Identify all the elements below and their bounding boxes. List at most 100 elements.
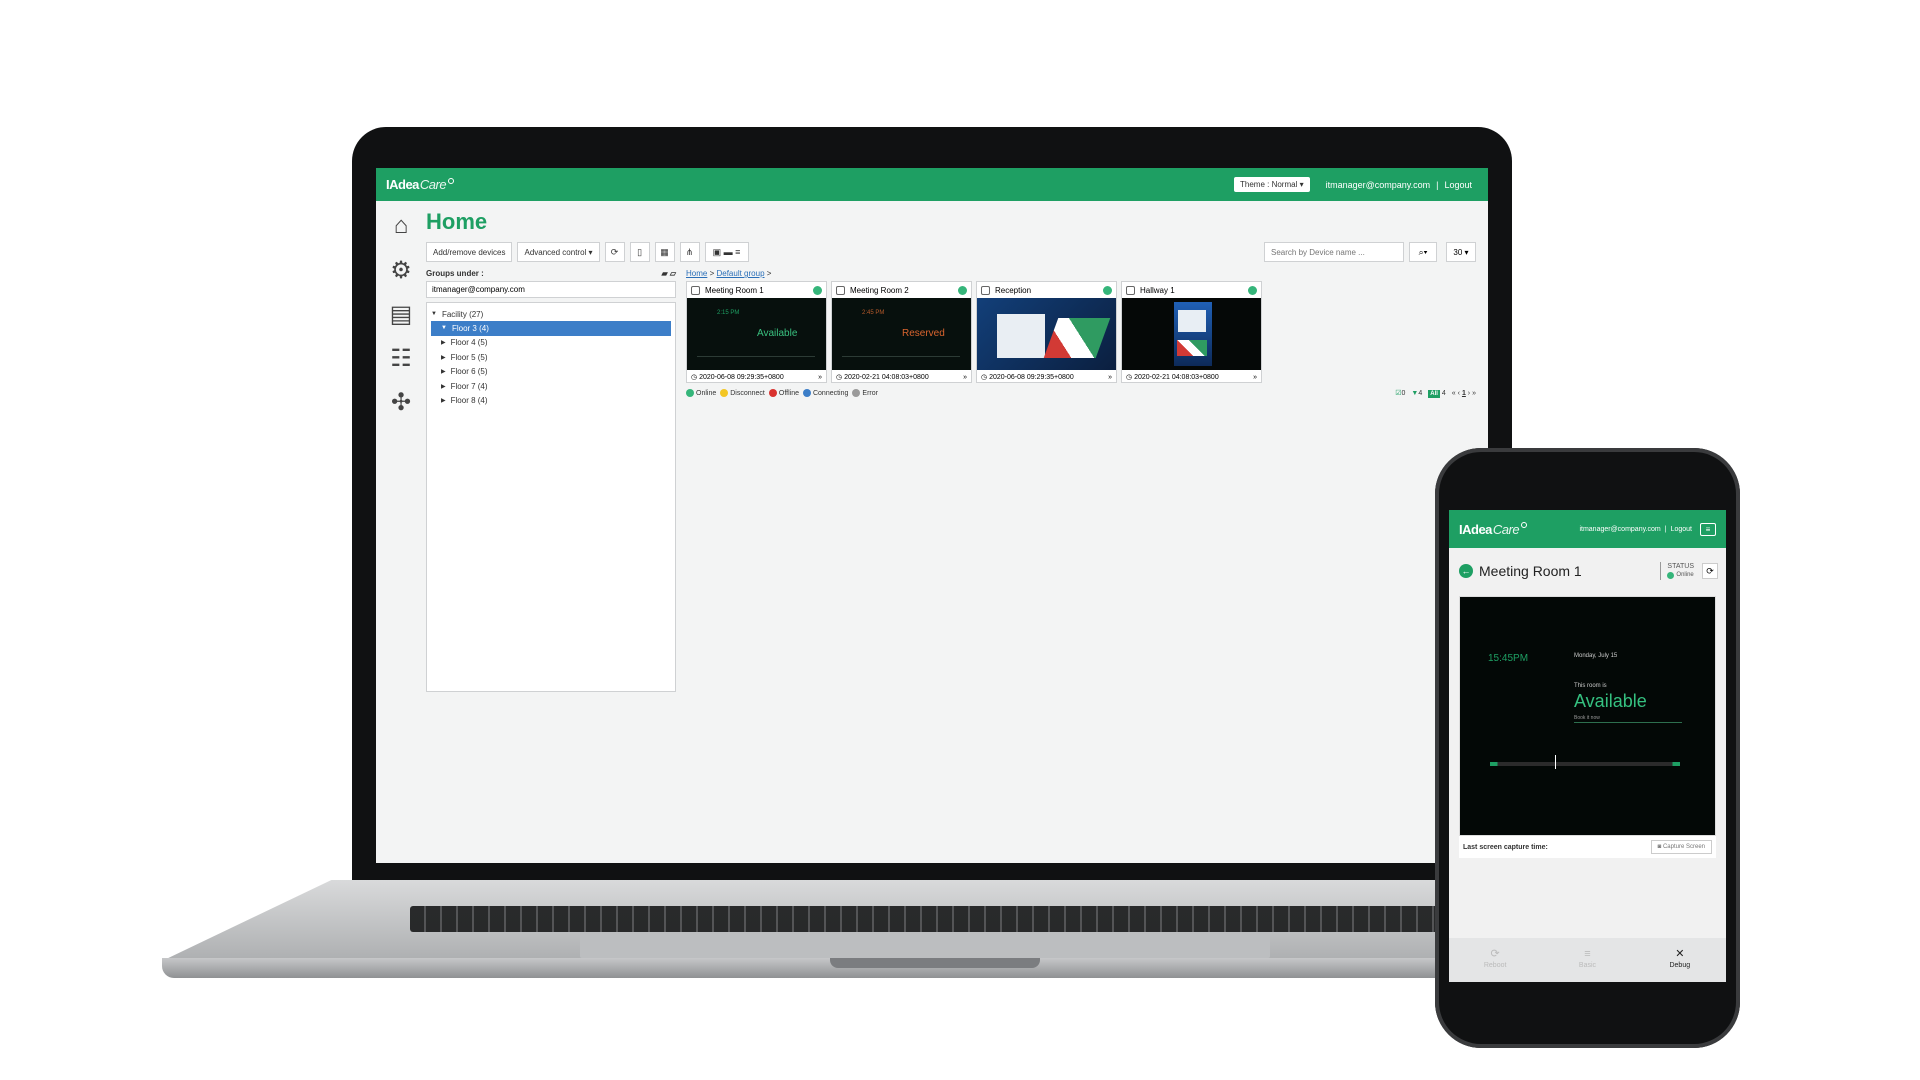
home-icon[interactable]: ⌂ (386, 211, 416, 241)
header-separator: | (1436, 179, 1439, 190)
device-screenshot[interactable]: 2:45 PM Reserved (832, 298, 971, 370)
phone-screen: IAdea Care itmanager@company.com | Logou… (1449, 510, 1726, 982)
tree-item-floor-5[interactable]: ▶ Floor 5 (5) (431, 350, 671, 365)
theme-dropdown[interactable]: Theme : Normal ▾ (1234, 177, 1310, 192)
legend-label: Online (696, 389, 717, 397)
card-header: Hallway 1 (1122, 282, 1261, 298)
prev-page-icon[interactable]: ‹ (1458, 390, 1460, 397)
document-icon[interactable]: ▯ (629, 242, 650, 262)
select-checkbox[interactable] (836, 285, 845, 295)
status-value: Online (1676, 572, 1694, 578)
card-footer: ◷ 2020-06-08 09:29:35+0800 » (687, 370, 826, 384)
device-summary: ☑0 ▼4 All 4 « ‹ 1 › » (1395, 389, 1476, 398)
user-email[interactable]: itmanager@company.com (1326, 180, 1431, 190)
device-screenshot[interactable]: 2:15 PM Available (687, 298, 826, 370)
card-header: Meeting Room 2 (832, 282, 971, 298)
device-screenshot[interactable] (1122, 298, 1261, 370)
select-checkbox[interactable] (981, 285, 990, 295)
tab-label: Debug (1669, 962, 1691, 969)
tab-debug[interactable]: ✕ Debug (1645, 948, 1715, 972)
caret-right-icon: ▶ (441, 340, 446, 347)
main-area: Home Add/remove devices Advanced control… (426, 201, 1488, 863)
folder-icons[interactable]: ▰ ▱ (661, 269, 676, 278)
expand-icon[interactable]: » (818, 374, 822, 381)
first-page-icon[interactable]: « (1452, 390, 1456, 397)
phone-screen-preview[interactable]: 15:45PM Monday, July 15 This room is Ava… (1459, 596, 1716, 836)
page-size-dropdown[interactable]: 30 ▾ (1446, 242, 1476, 262)
tree-root[interactable]: ▼ Facility (27) (431, 307, 671, 321)
breadcrumb-separator: > (766, 269, 772, 278)
device-card[interactable]: Meeting Room 1 2:15 PM Available ◷ 2020- (686, 281, 827, 383)
device-card[interactable]: Reception ◷ 2020-06-08 09:29:35+0800 » (976, 281, 1117, 383)
hamburger-menu-icon[interactable]: ≡ (1700, 522, 1716, 536)
card-footer: ◷ 2020-02-21 04:08:03+0800 » (832, 370, 971, 384)
tab-reboot[interactable]: ⟳ Reboot (1460, 948, 1530, 972)
online-status-dot (813, 285, 822, 295)
refresh-icon[interactable]: ⟳ (604, 242, 625, 262)
device-screenshot[interactable] (977, 298, 1116, 370)
expand-icon[interactable]: » (963, 374, 967, 381)
phone-logout-link[interactable]: Logout (1671, 526, 1692, 533)
thumb-floor-map (1043, 318, 1111, 358)
thumb-timeline (697, 356, 815, 357)
expand-icon[interactable]: » (1108, 374, 1112, 381)
groups-header: Groups under : ▰ ▱ (426, 269, 676, 278)
tree-item-floor-8[interactable]: ▶ Floor 8 (4) (431, 394, 671, 409)
network-icon[interactable]: ⋔ (679, 242, 700, 262)
legend-disconnect: Disconnect (720, 389, 765, 397)
last-page-icon[interactable]: » (1472, 390, 1476, 397)
group-tree: ▼ Facility (27) ▼ Floor 3 (4) ▶ Floor 4 … (426, 302, 676, 692)
iadeacare-logo[interactable]: IAdea Care (386, 177, 455, 192)
status-label: STATUS (1667, 563, 1694, 570)
tree-item-floor-3[interactable]: ▼ Floor 3 (4) (431, 321, 671, 336)
log-file-icon[interactable]: ▤ (386, 299, 416, 329)
select-checkbox[interactable] (1126, 285, 1135, 295)
back-arrow-icon[interactable]: ← (1459, 564, 1473, 578)
tab-basic[interactable]: ≡ Basic (1552, 948, 1622, 972)
card-footer: ◷ 2020-02-21 04:08:03+0800 » (1122, 370, 1261, 384)
move-arrows-icon[interactable]: ✣ (386, 387, 416, 417)
group-user-field[interactable]: itmanager@company.com (426, 281, 676, 298)
phone-status: STATUS Online (1660, 562, 1694, 580)
device-card[interactable]: Hallway 1 ◷ 2020-02-21 04:08:03+0800 » (1121, 281, 1262, 383)
breadcrumb-home[interactable]: Home (686, 269, 707, 278)
search-icon[interactable]: ⌕▾ (1409, 242, 1437, 262)
view-toggle-icon[interactable]: ▣ ▬ ≡ (704, 242, 749, 262)
expand-icon[interactable]: » (1253, 374, 1257, 381)
disconnect-dot-icon (720, 389, 729, 397)
tree-item-label: Floor 4 (5) (450, 338, 488, 348)
preview-clock: 15:45PM (1488, 653, 1529, 664)
next-page-icon[interactable]: › (1468, 390, 1470, 397)
logout-link[interactable]: Logout (1444, 180, 1472, 190)
add-remove-devices-button[interactable]: Add/remove devices (426, 242, 513, 262)
legend-error: Error (852, 389, 878, 397)
tree-item-floor-4[interactable]: ▶ Floor 4 (5) (431, 336, 671, 351)
device-card[interactable]: Meeting Room 2 2:45 PM Reserved ◷ 2020-0 (831, 281, 972, 383)
tree-item-label: Floor 8 (4) (450, 396, 488, 406)
tools-icon: ✕ (1675, 948, 1685, 960)
phone-user-email[interactable]: itmanager@company.com (1579, 526, 1660, 533)
capture-screen-button[interactable]: ◙ Capture Screen (1650, 840, 1712, 854)
tree-root-label: Facility (27) (441, 309, 484, 319)
select-checkbox[interactable] (691, 285, 700, 295)
device-search-input[interactable] (1264, 242, 1404, 262)
breadcrumb-default-group[interactable]: Default group (716, 269, 764, 278)
tree-item-floor-7[interactable]: ▶ Floor 7 (4) (431, 379, 671, 394)
logo-dot-icon (448, 177, 455, 184)
refresh-icon[interactable]: ⟳ (1702, 563, 1718, 579)
caret-right-icon: ▶ (441, 369, 446, 376)
tree-item-floor-6[interactable]: ▶ Floor 6 (5) (431, 365, 671, 380)
tree-item-label: Floor 5 (5) (450, 352, 488, 362)
grid-view-icon[interactable]: ▦ (654, 242, 675, 262)
filtered-count: ▼4 (1411, 390, 1422, 397)
logo-dot-icon (1521, 522, 1528, 528)
legend-label: Error (862, 389, 878, 397)
legend-label: Disconnect (730, 389, 765, 397)
settings-gear-icon[interactable]: ⚙ (386, 255, 416, 285)
report-icon[interactable]: ☷ (386, 343, 416, 373)
iadeacare-logo[interactable]: IAdea Care (1459, 522, 1528, 537)
advanced-control-dropdown[interactable]: Advanced control ▾ (517, 242, 600, 262)
offline-dot-icon (768, 389, 777, 397)
caret-right-icon: ▶ (441, 354, 446, 361)
current-page[interactable]: 1 (1462, 390, 1466, 397)
